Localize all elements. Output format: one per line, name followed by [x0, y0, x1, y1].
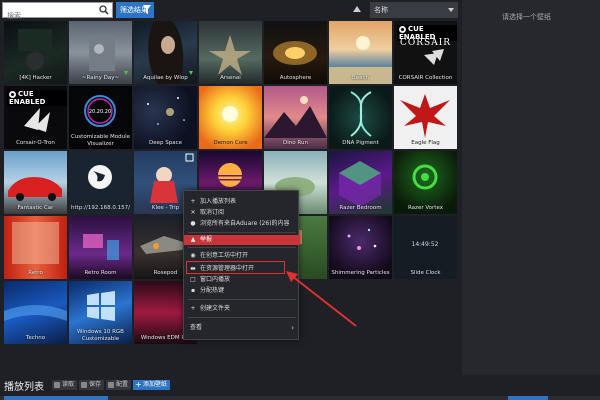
playlist-save-button[interactable]: 保存: [79, 380, 105, 390]
tile-label: DNA Pigment: [342, 140, 379, 146]
tile-label: ~Rainy Day~: [81, 75, 120, 81]
menu-item-open-in-workshop[interactable]: ◉ 在创意工坊中打开: [184, 251, 300, 261]
wallpaper-tile[interactable]: Aquilae by Wlop: [134, 21, 197, 84]
playlist-title: 播放列表: [4, 382, 44, 393]
menu-item-browse-author[interactable]: ● 浏览所有来自Aduare (26)的内容: [184, 219, 300, 229]
tile-label: Deep Space: [148, 140, 182, 146]
tile-label: Autosphere: [279, 75, 312, 81]
tile-label: Retro: [28, 270, 43, 276]
plus-icon: +: [190, 305, 196, 312]
wallpaper-tile[interactable]: Retro: [4, 216, 67, 279]
filter-button[interactable]: 筛选结果: [116, 2, 154, 18]
annotation-arrow: [286, 271, 357, 327]
wallpaper-tile[interactable]: DNA Pigment: [329, 86, 392, 149]
load-icon: [54, 382, 60, 388]
menu-divider: [188, 232, 296, 233]
wallpaper-tile[interactable]: Dino Run: [264, 86, 327, 149]
select-wallpaper-hint: 请选择一个壁纸: [502, 13, 551, 21]
tile-label: Corsair-O-Tron: [16, 140, 55, 146]
clock-time: 14:49:52: [412, 241, 439, 248]
wallpaper-tile[interactable]: CUE ENABLED CORSAIR CORSAIR Collection: [394, 21, 457, 84]
tile-label: Razer Bedroom: [339, 205, 382, 211]
preview-panel: 请选择一个壁纸: [462, 0, 600, 375]
wallpaper-tile[interactable]: Techno: [4, 281, 67, 344]
search-icon[interactable]: [99, 5, 109, 15]
tile-label: Fantastic Car: [17, 205, 54, 211]
tile-label: Dino Run: [283, 140, 308, 146]
wallpaper-tile[interactable]: Autosphere: [264, 21, 327, 84]
sort-select[interactable]: 名称: [370, 2, 458, 18]
wallpaper-tile[interactable]: Deep Space: [134, 86, 197, 149]
plus-icon: +: [190, 198, 196, 205]
wallpaper-engine-window: 筛选结果 名称 请选择一个壁纸 [4K] Hacker ~Rainy Day~ …: [0, 0, 600, 400]
save-icon: [81, 382, 87, 388]
wallpaper-tile[interactable]: http://192.168.0.157/: [69, 151, 132, 214]
bottom-strip: [0, 396, 600, 400]
window-icon: □: [190, 276, 196, 283]
steam-icon: ◉: [190, 252, 196, 259]
tile-label: Arsenal: [220, 75, 241, 81]
playlist-load-button[interactable]: 读取: [52, 380, 78, 390]
wallpaper-tile[interactable]: Razer Vortex: [394, 151, 457, 214]
menu-item-add-to-playlist[interactable]: + 加入播放列表: [184, 197, 300, 207]
menu-divider: [188, 247, 296, 248]
menu-item-unsubscribe[interactable]: ✕ 取消订阅: [184, 208, 300, 218]
plus-icon: +: [135, 380, 142, 389]
visualizer-time: 20.20.20: [89, 109, 111, 115]
playlist-slot-active[interactable]: [4, 396, 108, 400]
tile-label: http://192.168.0.157/: [71, 205, 130, 211]
tile-label: [4K] Hacker: [19, 75, 52, 81]
user-icon: ●: [190, 220, 196, 227]
tile-label: Demon Core: [213, 140, 248, 146]
wallpaper-tile[interactable]: Beach: [329, 21, 392, 84]
wallpaper-tile[interactable]: Razer Bedroom: [329, 151, 392, 214]
cue-enabled-badge: CUE ENABLED: [7, 90, 67, 106]
menu-item-report[interactable]: ▲ 举报: [184, 235, 300, 245]
tile-label: Retro Room: [84, 270, 117, 276]
tile-label: Slide Clock: [410, 270, 441, 276]
tile-label: Techno: [25, 335, 46, 341]
warning-icon: ▲: [190, 236, 196, 243]
wallpaper-tile[interactable]: Fantastic Car: [4, 151, 67, 214]
search-box[interactable]: [2, 2, 113, 23]
sort-direction-icon[interactable]: [352, 4, 362, 14]
tile-label: Aquilae by Wlop: [143, 75, 188, 81]
keyboard-icon: ▪: [190, 287, 196, 294]
tile-label: Razer Vortex: [407, 205, 443, 211]
wallpaper-tile[interactable]: Demon Core: [199, 86, 262, 149]
funnel-icon: [143, 5, 151, 14]
annotation-highlight-box: [186, 261, 285, 274]
wallpaper-tile[interactable]: Eagle Flag: [394, 86, 457, 149]
gear-icon: [108, 382, 114, 388]
add-wallpaper-button[interactable]: + 添加壁纸: [133, 380, 171, 390]
wallpaper-tile[interactable]: [4K] Hacker: [4, 21, 67, 84]
tile-label: Eagle Flag: [411, 140, 440, 146]
tile-label: Customizable Module Visualizer: [70, 134, 130, 147]
wallpaper-tile[interactable]: Arsenal: [199, 21, 262, 84]
playlist-slot-right[interactable]: [508, 396, 548, 400]
wallpaper-tile[interactable]: 20.20.20 Customizable Module Visualizer: [69, 86, 132, 149]
chevron-down-icon: [448, 8, 454, 12]
wallpaper-tile[interactable]: ~Rainy Day~: [69, 21, 132, 84]
tile-label: Windows 10 RGB Customizable: [77, 329, 124, 342]
tile-label: Beach: [351, 75, 370, 81]
sort-value: 名称: [374, 6, 388, 14]
corsair-logo-text: CORSAIR: [400, 38, 452, 48]
wallpaper-tile[interactable]: CUE ENABLED Corsair-O-Tron: [4, 86, 67, 149]
playlist-config-button[interactable]: 配置: [106, 380, 132, 390]
wallpaper-tile[interactable]: Retro Room: [69, 216, 132, 279]
download-icon: [124, 71, 128, 75]
wallpaper-tile[interactable]: 14:49:52 Slide Clock: [394, 216, 457, 279]
download-icon: [189, 71, 193, 75]
wallpaper-tile[interactable]: Windows 10 RGB Customizable: [69, 281, 132, 344]
tile-label: CORSAIR Collection: [398, 75, 453, 81]
close-icon: ✕: [190, 209, 196, 216]
